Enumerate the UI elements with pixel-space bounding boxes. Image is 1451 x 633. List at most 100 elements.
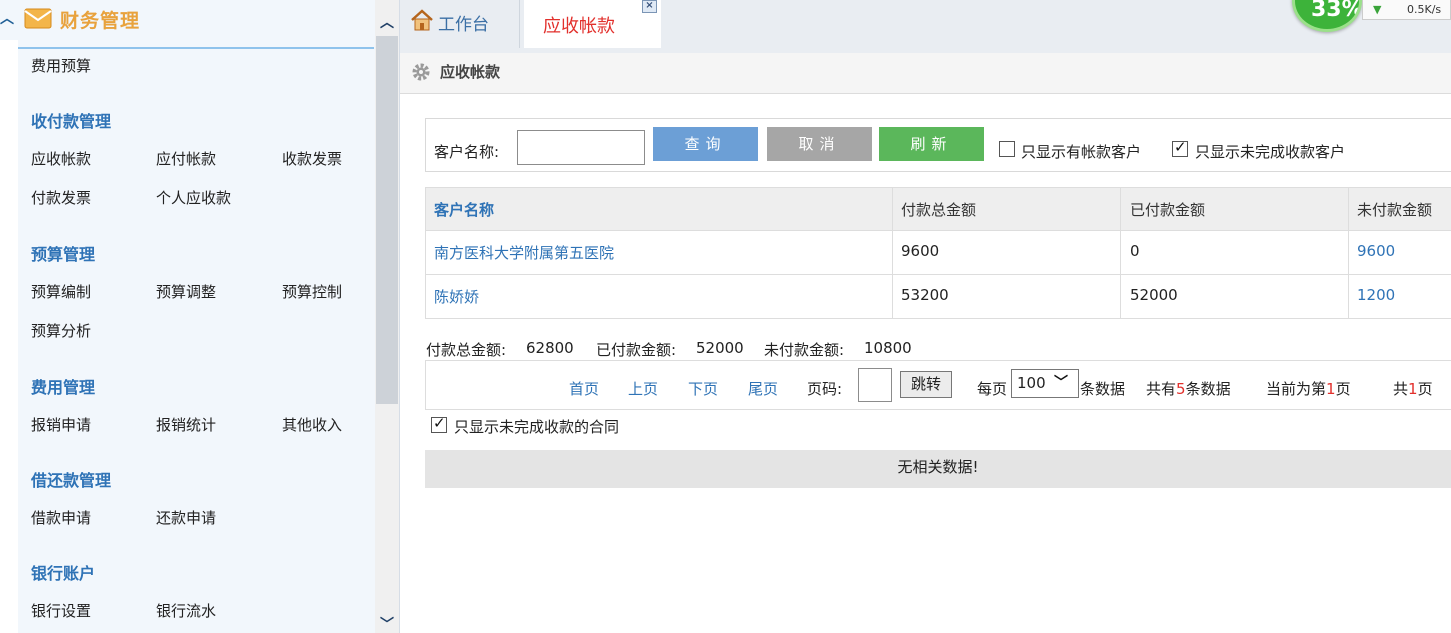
sidebar-item-payable[interactable]: 应付帐款 [156,148,216,169]
summary-paid-label: 已付款金额: [596,341,677,359]
customer-name-link[interactable]: 南方医科大学附属第五医院 [434,242,614,263]
customer-name-link[interactable]: 陈娇娇 [434,286,479,307]
paid-amount-cell: 52000 [1130,286,1178,304]
summary-paid-value: 52000 [696,339,744,357]
sidebar-item-receipt-invoice[interactable]: 收款发票 [282,148,342,169]
unfinished-contract-label: 只显示未完成收款的合同 [454,418,620,436]
first-page-link[interactable]: 首页 [569,378,599,399]
speed-ring-value: 33% [1311,0,1362,22]
gear-icon [412,63,430,81]
tab-label: 应收帐款 [543,16,615,37]
total-records-suffix: 条数据 [1185,380,1231,398]
panel-header [400,53,1451,94]
close-icon[interactable]: × [642,0,657,13]
paid-amount-cell: 0 [1130,242,1140,260]
sidebar [0,0,400,633]
checkmark-icon: ✓ [433,414,446,432]
table-left-border [425,187,426,318]
sidebar-group-title[interactable]: 借还款管理 [31,467,111,491]
unpaid-amount-link[interactable]: 9600 [1357,242,1395,260]
envelope-icon [24,8,52,29]
column-divider [892,187,893,318]
sidebar-scrollbar-thumb[interactable] [376,36,398,404]
checkmark-icon: ✓ [1174,138,1187,156]
sidebar-item-receivable[interactable]: 应收帐款 [31,148,91,169]
scroll-down-icon[interactable]: ﹀ [380,614,394,633]
per-page-value: 100 [1017,374,1046,392]
cancel-button[interactable]: 取消 [767,127,872,161]
column-header-customer[interactable]: 客户名称 [434,199,494,220]
unfinished-contract-checkbox[interactable]: ✓ [431,414,447,433]
home-icon [411,9,433,31]
total-records-prefix: 共有 [1146,380,1177,398]
sidebar-item-bank-settings[interactable]: 银行设置 [31,600,91,621]
unfinished-customer-checkbox[interactable]: ✓ [1172,138,1188,157]
current-page-info: 当前为第1页 [1266,378,1351,399]
chevron-down-icon: ﹀ [1054,375,1068,391]
total-pages-suffix: 页 [1417,380,1433,398]
sidebar-group-title[interactable]: 预算管理 [31,241,95,265]
column-header-unpaid: 未付款金额 [1357,201,1433,219]
sidebar-item-budget-adjust[interactable]: 预算调整 [156,281,216,302]
page-number-label: 页码: [807,380,843,398]
prev-page-link[interactable]: 上页 [628,378,658,399]
total-pages-prefix: 共 [1393,380,1409,398]
sidebar-group-title[interactable]: 银行账户 [31,560,95,584]
unpaid-amount-link[interactable]: 1200 [1357,286,1395,304]
current-page-suffix: 页 [1335,380,1351,398]
panel-title: 应收帐款 [440,63,501,81]
current-page-number: 1 [1326,380,1336,398]
total-amount-cell: 9600 [901,242,940,260]
arrow-down-icon: ▼ [1373,3,1382,16]
refresh-button[interactable]: 刷新 [879,127,984,161]
total-amount-cell: 53200 [901,286,949,304]
has-receivable-checkbox[interactable] [999,141,1015,157]
sidebar-item-repay-apply[interactable]: 还款申请 [156,507,216,528]
total-pages-count: 1 [1408,380,1418,398]
summary-total-label: 付款总金额: [426,341,507,359]
column-header-paid: 已付款金额 [1130,201,1206,219]
sidebar-item-payment-invoice[interactable]: 付款发票 [31,187,91,208]
sidebar-item-loan-apply[interactable]: 借款申请 [31,507,91,528]
sidebar-item-expense-budget[interactable]: 费用预算 [31,55,91,76]
no-data-banner: 无相关数据! [425,450,1451,488]
jump-button[interactable]: 跳转 [900,371,952,398]
sidebar-item-other-income[interactable]: 其他收入 [282,414,342,435]
last-page-link[interactable]: 尾页 [748,378,778,399]
sidebar-item-budget-control[interactable]: 预算控制 [282,281,342,302]
sidebar-header[interactable]: 财务管理 [18,0,374,49]
sidebar-item-budget-compile[interactable]: 预算编制 [31,281,91,302]
page-number-input[interactable] [858,368,892,402]
has-receivable-label: 只显示有帐款客户 [1021,143,1142,161]
column-divider [1120,187,1121,318]
tab-receivable[interactable]: 应收帐款 [524,0,661,48]
tab-workbench[interactable]: 工作台 [404,0,520,48]
sidebar-title: 财务管理 [60,10,141,32]
current-page-prefix: 当前为第 [1266,380,1327,398]
total-records-count: 5 [1176,380,1186,398]
unfinished-customer-label: 只显示未完成收款客户 [1195,143,1346,161]
sidebar-item-reimburse-apply[interactable]: 报销申请 [31,414,91,435]
collapse-up-icon[interactable]: ︿ [380,12,394,32]
sidebar-item-bank-statement[interactable]: 银行流水 [156,600,216,621]
sidebar-group-title[interactable]: 费用管理 [31,374,95,398]
column-header-total: 付款总金额 [901,201,977,219]
per-page-label: 每页 [977,380,1008,398]
tab-label: 工作台 [438,15,489,35]
query-button[interactable]: 查询 [653,127,758,161]
summary-unpaid-label: 未付款金额: [764,341,845,359]
sidebar-item-reimburse-stats[interactable]: 报销统计 [156,414,216,435]
sidebar-edge-strip [0,40,18,633]
row-divider [425,274,1451,275]
collapse-up-icon[interactable]: ︿ [0,8,16,28]
per-page-suffix: 条数据 [1080,380,1126,398]
column-divider [1348,187,1349,318]
sidebar-item-personal-receivable[interactable]: 个人应收款 [156,187,231,208]
summary-total-value: 62800 [526,339,574,357]
sidebar-item-budget-analysis[interactable]: 预算分析 [31,320,91,341]
customer-name-input[interactable] [517,130,645,165]
next-page-link[interactable]: 下页 [688,378,718,399]
summary-unpaid-value: 10800 [864,339,912,357]
network-speed-value: 0.5K/s [1407,3,1442,16]
sidebar-group-title[interactable]: 收付款管理 [31,108,111,132]
